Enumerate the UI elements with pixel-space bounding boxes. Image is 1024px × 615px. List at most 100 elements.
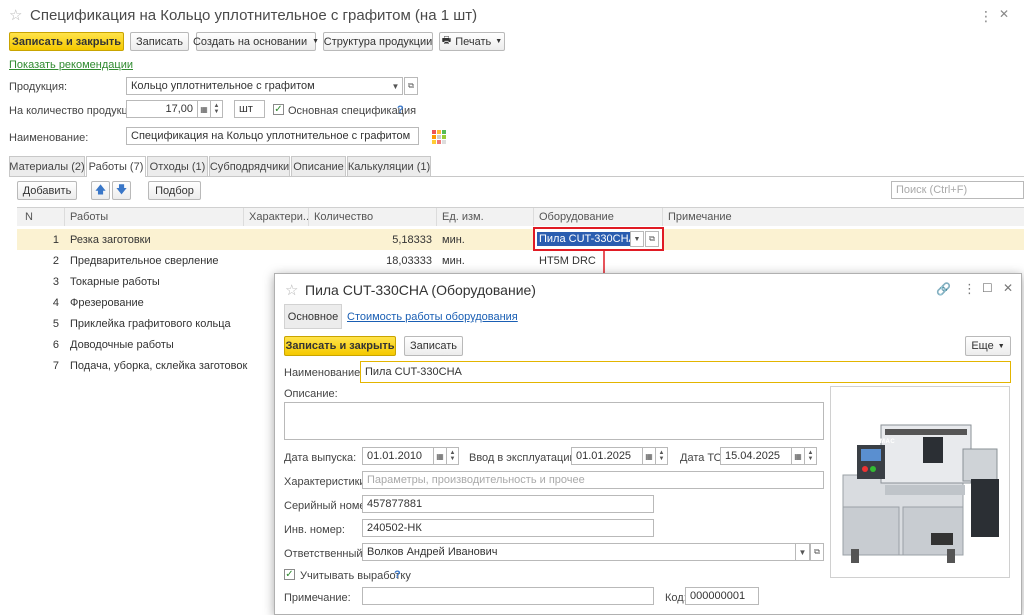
more-menu-icon[interactable]: ⋮ [963,281,976,297]
tab-main[interactable]: Основное [284,304,342,329]
col-note[interactable]: Примечание [663,208,1024,226]
more-button[interactable]: Еще ▼ [965,336,1011,356]
close-icon[interactable]: ✕ [1003,281,1013,295]
maintenance-date-label: Дата ТО: [680,452,726,464]
tab-materials[interactable]: Материалы (2) [9,156,85,176]
dialog-title: Пила CUT-330CHA (Оборудование) [305,282,536,298]
create-based-button[interactable]: Создать на основании ▼ [192,32,319,51]
dropdown-arrow-icon[interactable]: ▼ [389,77,403,95]
inventory-field[interactable]: 240502-НК [362,519,654,537]
col-quantity[interactable]: Количество [309,208,437,226]
tab-description[interactable]: Описание [291,156,346,176]
dropdown-arrow-icon[interactable]: ▼ [630,231,644,247]
main-spec-checkbox[interactable]: ✓ [273,104,284,115]
more-label: Еще [971,340,994,352]
release-date-field[interactable]: 01.01.2010 [362,447,434,465]
calculator-icon[interactable]: ▦ [198,100,211,118]
stepper-icon[interactable]: ▲ ▼ [447,447,459,465]
print-label: Печать [455,35,492,48]
row-quantity: 5,18333 [392,234,432,246]
maximize-icon[interactable]: ☐ [982,281,993,295]
col-equipment[interactable]: Оборудование [534,208,663,226]
stepper-icon[interactable]: ▲ ▼ [656,447,668,465]
row-work: Предварительное сверление [70,255,219,267]
move-down-icon[interactable]: 🡇 [112,181,131,200]
table-row[interactable]: 2 Предварительное сверление 18,03333 мин… [17,250,1024,271]
row-work: Приклейка графитового кольца [70,318,231,330]
maintenance-date-field[interactable]: 15.04.2025 [720,447,792,465]
name-field[interactable]: Пила CUT-330CHA [360,361,1011,383]
equipment-selected-value[interactable]: Пила CUT-330CHA [537,232,638,246]
close-icon[interactable]: ✕ [999,7,1009,21]
favorite-star-icon[interactable]: ☆ [9,6,22,24]
help-icon[interactable]: ? [394,569,401,581]
show-recommendation-link[interactable]: Показать рекомендации [9,59,133,71]
favorite-star-icon[interactable]: ☆ [285,281,298,299]
note-label: Примечание: [284,592,351,604]
description-field[interactable] [284,402,824,440]
characteristics-label: Характеристики: [284,476,369,488]
commission-date-field[interactable]: 01.01.2025 [571,447,643,465]
name-label: Наименование: [284,367,364,379]
pick-button[interactable]: Подбор [148,181,201,200]
name-field[interactable]: Спецификация на Кольцо уплотнительное с … [126,127,419,145]
release-date-label: Дата выпуска: [284,452,357,464]
structure-button[interactable]: Структура продукции [323,32,433,51]
tab-waste[interactable]: Отходы (1) [147,156,208,176]
link-icon[interactable]: 🔗 [936,282,951,296]
row-unit: мин. [442,255,465,267]
more-menu-icon[interactable]: ⋮ [979,8,993,25]
tabs-divider [9,176,1024,177]
row-work: Доводочные работы [70,339,174,351]
tab-calculations[interactable]: Калькуляции (1) [347,156,431,176]
open-icon[interactable]: ⧉ [404,77,418,95]
note-field[interactable] [362,587,654,605]
output-checkbox[interactable]: ✓ [284,569,295,580]
code-field[interactable]: 000000001 [685,587,759,605]
qty-field[interactable]: 17,00 [126,100,198,118]
responsible-field[interactable]: Волков Андрей Иванович [362,543,796,561]
inventory-label: Инв. номер: [284,524,345,536]
tab-cost-link[interactable]: Стоимость работы оборудования [347,311,518,323]
move-up-icon[interactable]: 🡅 [91,181,110,200]
qty-unit-field[interactable]: шт [234,100,265,118]
col-characteristics[interactable]: Характери... [244,208,309,226]
stepper-icon[interactable]: ▲ ▼ [211,100,223,118]
calendar-icon[interactable]: ▦ [434,447,447,465]
calendar-icon[interactable]: ▦ [643,447,656,465]
add-button[interactable]: Добавить [17,181,77,200]
product-label: Продукция: [9,81,68,93]
dropdown-arrow-icon: ▼ [495,38,503,45]
dropdown-arrow-icon: ▼ [997,342,1005,350]
open-icon[interactable]: ⧉ [810,543,824,561]
tab-subcontractors[interactable]: Субподрядчики [209,156,290,176]
open-icon[interactable]: ⧉ [645,231,659,247]
col-unit[interactable]: Ед. изм. [437,208,534,226]
product-field[interactable]: Кольцо уплотнительное с графитом [126,77,403,95]
color-palette-icon[interactable] [432,130,446,144]
dropdown-arrow-icon[interactable]: ▼ [796,543,810,561]
equipment-dialog: ☆ Пила CUT-330CHA (Оборудование) 🔗 ⋮ ☐ ✕… [274,273,1022,615]
row-number: 1 [52,234,59,246]
create-based-label: Создать на основании [192,35,308,48]
characteristics-field[interactable]: Параметры, производительность и прочее [362,471,824,489]
row-number: 5 [52,318,59,330]
save-button[interactable]: Записать [130,32,189,51]
col-n[interactable]: N [17,208,65,226]
save-close-button[interactable]: Записать и закрыть [284,336,396,356]
row-number: 2 [52,255,59,267]
calendar-icon[interactable]: ▦ [792,447,805,465]
save-close-button[interactable]: Записать и закрыть [9,32,124,51]
print-button[interactable]: 🖶 Печать ▼ [439,32,505,51]
row-quantity: 18,03333 [386,255,432,267]
responsible-label: Ответственный: [284,548,366,560]
row-work: Подача, уборка, склейка заготовок [70,360,248,372]
tab-works[interactable]: Работы (7) [86,156,146,177]
col-works[interactable]: Работы [65,208,244,226]
help-icon[interactable]: ? [397,104,404,116]
stepper-icon[interactable]: ▲ ▼ [805,447,817,465]
serial-field[interactable]: 457877881 [362,495,654,513]
table-row[interactable]: 1 Резка заготовки 5,18333 мин. [17,229,1024,250]
search-input[interactable]: Поиск (Ctrl+F) [891,181,1024,199]
save-button[interactable]: Записать [404,336,463,356]
